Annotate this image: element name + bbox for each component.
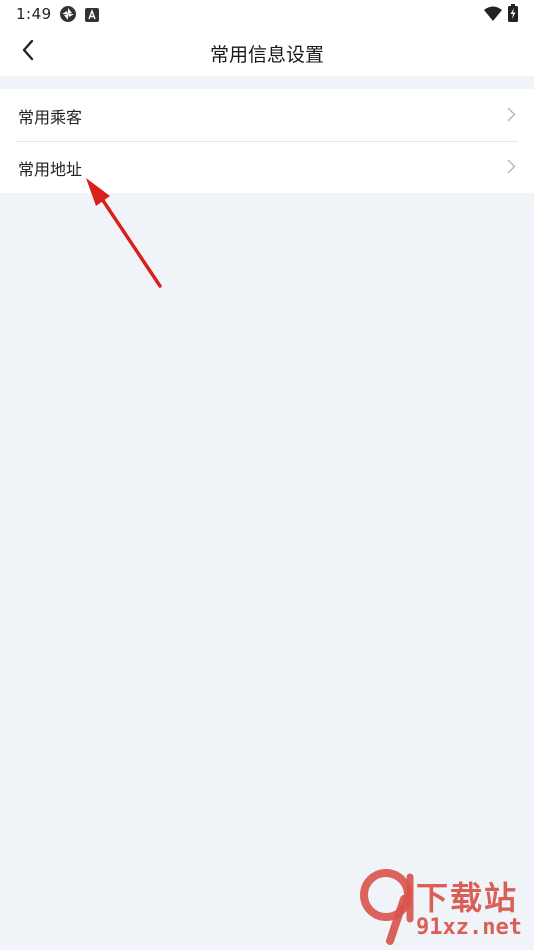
page-title: 常用信息设置	[209, 44, 324, 66]
status-bar: 1:49	[0, 0, 534, 28]
nav-bar: 常用信息设置	[0, 28, 534, 76]
watermark: 下载站 91xz.net	[354, 865, 534, 950]
list-item-label: 常用乘客	[18, 108, 83, 127]
watermark-brand: 下载站	[416, 879, 519, 917]
chevron-right-icon	[507, 159, 516, 178]
watermark-url: 91xz.net	[416, 915, 522, 940]
watermark-logo-icon	[360, 869, 418, 949]
chevron-right-icon	[507, 107, 516, 126]
battery-charging-icon	[508, 4, 518, 26]
list-item-frequent-addresses[interactable]: 常用地址	[0, 141, 534, 193]
status-time: 1:49	[16, 5, 52, 23]
screen: 1:49 常用信息设置 常用乘客 常用地址 下载站 91xz.net	[0, 0, 534, 950]
list-item-frequent-passengers[interactable]: 常用乘客	[0, 89, 534, 141]
accessibility-a-icon	[85, 7, 99, 26]
list-item-label: 常用地址	[18, 160, 83, 179]
wifi-icon	[484, 6, 502, 25]
settings-list: 常用乘客 常用地址	[0, 89, 534, 193]
aperture-icon	[59, 5, 77, 27]
